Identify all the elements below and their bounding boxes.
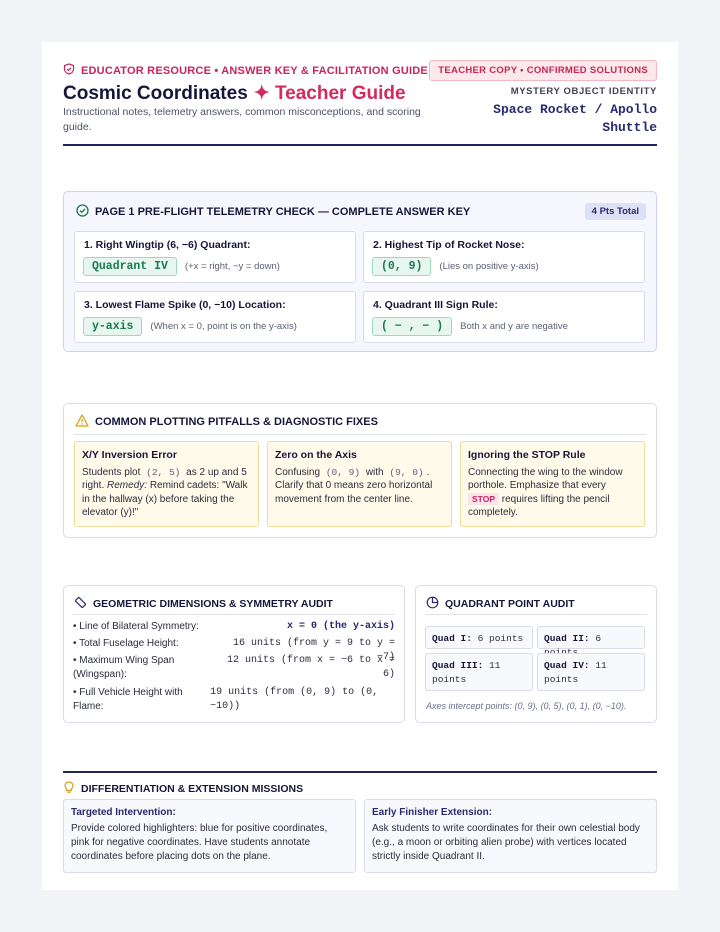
- title-accent: ✦ Teacher Guide: [253, 83, 406, 104]
- page-header: EDUCATOR RESOURCE • ANSWER KEY & FACILIT…: [63, 60, 657, 146]
- quadrant-cell-1: Quad I: 6 points: [425, 626, 533, 649]
- ruler-icon: [74, 596, 87, 612]
- answer-card-3: 3. Lowest Flame Spike (0, −10) Location:…: [74, 291, 356, 343]
- answer-value: Quadrant IV: [83, 257, 177, 276]
- identity-value: Space Rocket / Apollo Shuttle: [493, 102, 657, 135]
- answer-card-2: 2. Highest Tip of Rocket Nose: (0, 9) (Li…: [363, 231, 645, 283]
- pitfall-heading: Ignoring the STOP Rule: [468, 449, 586, 461]
- pitfalls-title: COMMON PLOTTING PITFALLS & DIAGNOSTIC FI…: [75, 414, 378, 430]
- eyebrow-text: EDUCATOR RESOURCE • ANSWER KEY & FACILIT…: [81, 64, 428, 77]
- answer-label: 4. Quadrant III Sign Rule:: [373, 299, 498, 311]
- pitfall-heading: Zero on the Axis: [275, 449, 357, 461]
- intervention-body: Provide colored highlighters: blue for p…: [71, 823, 328, 862]
- pitfall-card-stop-rule: Ignoring the STOP Rule Connecting the wi…: [460, 441, 645, 527]
- pitfalls-section: COMMON PLOTTING PITFALLS & DIAGNOSTIC FI…: [63, 403, 657, 538]
- eyebrow: EDUCATOR RESOURCE • ANSWER KEY & FACILIT…: [63, 63, 428, 78]
- differentiation-title: DIFFERENTIATION & EXTENSION MISSIONS: [63, 781, 303, 797]
- intervention-card: Targeted Intervention: Provide colored h…: [63, 799, 356, 873]
- answer-value: y-axis: [83, 317, 143, 336]
- shield-check-icon: [63, 63, 75, 78]
- differentiation-section: DIFFERENTIATION & EXTENSION MISSIONS Tar…: [63, 771, 657, 875]
- warning-icon: [75, 414, 89, 430]
- quadrant-title: QUADRANT POINT AUDIT: [426, 596, 575, 612]
- pitfall-card-inversion: X/Y Inversion Error Students plot (2, 5)…: [74, 441, 259, 527]
- answer-note: (When x = 0, point is on the y-axis): [150, 321, 297, 332]
- answer-label: 2. Highest Tip of Rocket Nose:: [373, 239, 525, 251]
- lightbulb-icon: [63, 781, 75, 797]
- pitfall-card-zero-axis: Zero on the Axis Confusing (0, 9) with (…: [267, 441, 452, 527]
- quadrant-cell-2: Quad II: 6 points: [537, 626, 645, 658]
- geometry-row-wingspan: • Maximum Wing Span (Wingspan): 12 units…: [73, 655, 395, 680]
- geometry-audit-section: GEOMETRIC DIMENSIONS & SYMMETRY AUDIT • …: [63, 585, 405, 723]
- answer-card-1: 1. Right Wingtip (6, −6) Quadrant: Quadr…: [74, 231, 356, 283]
- answer-note: (+x = right, −y = down): [184, 261, 280, 272]
- extension-card: Early Finisher Extension: Ask students t…: [364, 799, 657, 873]
- quadrant-cell-4: Quad IV: 11 points: [537, 653, 645, 691]
- points-badge: 4 Pts Total: [584, 203, 646, 220]
- answer-note: Both x and y are negative: [460, 321, 568, 332]
- check-circle-icon: [76, 204, 89, 220]
- page-title: Cosmic Coordinates ✦ Teacher Guide: [63, 82, 406, 105]
- stop-tag: STOP: [468, 492, 499, 505]
- answer-key-section: PAGE 1 PRE-FLIGHT TELEMETRY CHECK — COMP…: [63, 191, 657, 352]
- intervention-heading: Targeted Intervention:: [71, 807, 176, 818]
- answer-key-title: PAGE 1 PRE-FLIGHT TELEMETRY CHECK — COMP…: [76, 204, 470, 220]
- answer-label: 1. Right Wingtip (6, −6) Quadrant:: [84, 239, 251, 251]
- geometry-title: GEOMETRIC DIMENSIONS & SYMMETRY AUDIT: [74, 596, 333, 612]
- pitfall-heading: X/Y Inversion Error: [82, 449, 177, 461]
- teacher-copy-badge: TEACHER COPY • CONFIRMED SOLUTIONS: [429, 60, 657, 81]
- quadrant-audit-section: QUADRANT POINT AUDIT Quad I: 6 points Qu…: [415, 585, 657, 723]
- geometry-row-symmetry: • Line of Bilateral Symmetry: x = 0 (the…: [73, 621, 395, 632]
- answer-note: (Lies on positive y-axis): [439, 261, 539, 272]
- title-main: Cosmic Coordinates: [63, 82, 248, 104]
- answer-card-4: 4. Quadrant III Sign Rule: ( − , − ) Both…: [363, 291, 645, 343]
- quadrant-cell-3: Quad III: 11 points: [425, 653, 533, 691]
- divider: [425, 614, 647, 615]
- extension-body: Ask students to write coordinates for th…: [372, 823, 640, 862]
- axes-intercept-note: Axes intercept points: (0, 9), (0, 5), (…: [426, 701, 627, 711]
- divider: [73, 614, 395, 615]
- geometry-row-height: • Full Vehicle Height with Flame: 19 uni…: [73, 687, 379, 712]
- pie-chart-icon: [426, 596, 439, 612]
- divider: [74, 434, 646, 435]
- teacher-guide-page: EDUCATOR RESOURCE • ANSWER KEY & FACILIT…: [42, 42, 678, 890]
- answer-value: (0, 9): [372, 257, 432, 276]
- answer-label: 3. Lowest Flame Spike (0, −10) Location:: [84, 299, 286, 311]
- answer-value: ( − , − ): [372, 317, 453, 336]
- extension-heading: Early Finisher Extension:: [372, 807, 493, 818]
- identity-label: MYSTERY OBJECT IDENTITY: [510, 86, 657, 97]
- page-subtitle: Instructional notes, telemetry answers, …: [63, 106, 421, 133]
